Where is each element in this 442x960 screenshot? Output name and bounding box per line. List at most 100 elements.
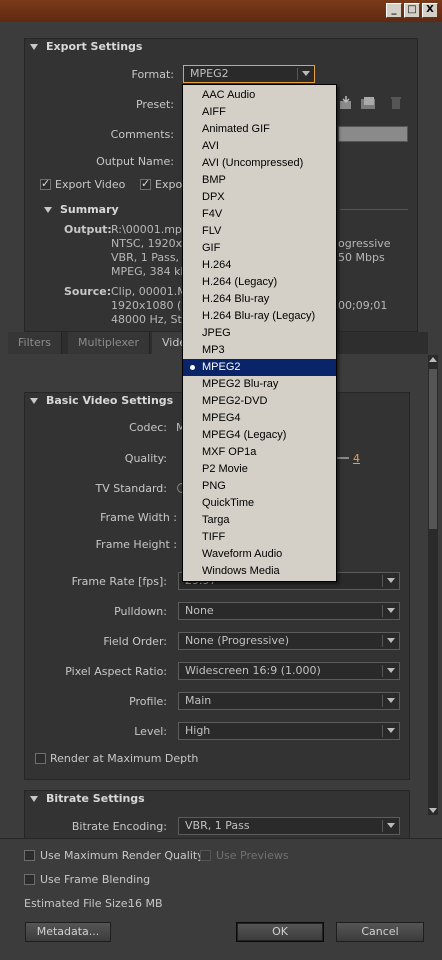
format-option[interactable]: H.264 Blu-ray bbox=[183, 291, 336, 308]
scrollbar-thumb[interactable] bbox=[429, 369, 437, 529]
pulldown-select[interactable]: None bbox=[178, 602, 400, 620]
minimize-button[interactable]: _ bbox=[386, 3, 402, 18]
pixel-aspect-ratio-select[interactable]: Widescreen 16:9 (1.000) bbox=[178, 662, 400, 680]
select-separator bbox=[382, 635, 383, 647]
metadata-button[interactable]: Metadata... bbox=[25, 922, 111, 942]
pixel-aspect-ratio-label: Pixel Aspect Ratio: bbox=[65, 665, 167, 678]
save-preset-icon[interactable] bbox=[360, 96, 376, 110]
quality-slider-track[interactable] bbox=[337, 457, 349, 459]
pulldown-value: None bbox=[185, 604, 214, 617]
format-option[interactable]: Waveform Audio bbox=[183, 546, 336, 563]
format-option-label: AVI (Uncompressed) bbox=[202, 157, 304, 169]
profile-select[interactable]: Main bbox=[178, 692, 400, 710]
bitrate-encoding-label: Bitrate Encoding: bbox=[71, 820, 167, 833]
field-order-select[interactable]: None (Progressive) bbox=[178, 632, 400, 650]
render-max-depth-checkbox[interactable] bbox=[35, 753, 46, 764]
basic-video-title: Basic Video Settings bbox=[46, 394, 174, 407]
format-option-label: MPEG4 bbox=[202, 412, 241, 424]
quality-label: Quality: bbox=[124, 452, 167, 465]
format-option[interactable]: MPEG2-DVD bbox=[183, 393, 336, 410]
export-video-checkbox[interactable] bbox=[40, 177, 51, 190]
cancel-button[interactable]: Cancel bbox=[336, 922, 424, 942]
level-select[interactable]: High bbox=[178, 722, 400, 740]
export-settings-header[interactable]: Export Settings bbox=[30, 40, 142, 53]
format-option-label: H.264 Blu-ray bbox=[202, 293, 270, 305]
pixel-aspect-ratio-value: Widescreen 16:9 (1.000) bbox=[185, 664, 321, 677]
format-option[interactable]: H.264 (Legacy) bbox=[183, 274, 336, 291]
format-option[interactable]: FLV bbox=[183, 223, 336, 240]
format-option-label: Targa bbox=[202, 514, 230, 526]
format-option[interactable]: DPX bbox=[183, 189, 336, 206]
format-option[interactable]: MPEG2 Blu-ray bbox=[183, 376, 336, 393]
format-option[interactable]: AIFF bbox=[183, 104, 336, 121]
select-separator bbox=[297, 68, 298, 80]
export-audio-checkbox[interactable] bbox=[140, 177, 151, 190]
format-label: Format: bbox=[131, 68, 174, 81]
quality-value[interactable]: 4 bbox=[353, 452, 360, 465]
collapse-triangle-icon bbox=[30, 796, 38, 802]
format-option[interactable]: P2 Movie bbox=[183, 461, 336, 478]
format-option[interactable]: MPEG2 bbox=[183, 359, 336, 376]
format-option-label: QuickTime bbox=[202, 497, 255, 509]
format-option[interactable]: JPEG bbox=[183, 325, 336, 342]
maximize-button[interactable]: □ bbox=[404, 3, 420, 18]
select-separator bbox=[382, 725, 383, 737]
format-option[interactable]: BMP bbox=[183, 172, 336, 189]
format-option[interactable]: H.264 bbox=[183, 257, 336, 274]
basic-video-header[interactable]: Basic Video Settings bbox=[30, 394, 173, 407]
format-option[interactable]: QuickTime bbox=[183, 495, 336, 512]
comments-input[interactable] bbox=[338, 126, 408, 142]
output-right-2: 50 Mbps bbox=[338, 251, 385, 264]
format-dropdown-list[interactable]: AAC Audio AIFF Animated GIF AVI AVI (Uncompr… bbox=[182, 84, 337, 582]
format-option[interactable]: MXF OP1a bbox=[183, 444, 336, 461]
source-label: Source: bbox=[64, 285, 112, 298]
format-option[interactable]: Windows Media bbox=[183, 563, 336, 580]
select-separator bbox=[382, 820, 383, 832]
format-option-label: TIFF bbox=[202, 531, 226, 543]
output-line-1: R:\00001.mpg bbox=[111, 223, 189, 236]
format-option[interactable]: Targa bbox=[183, 512, 336, 529]
format-option[interactable]: F4V bbox=[183, 206, 336, 223]
chevron-down-icon bbox=[387, 668, 395, 673]
chevron-down-icon bbox=[387, 638, 395, 643]
format-option-label: MPEG4 (Legacy) bbox=[202, 429, 287, 441]
select-separator bbox=[382, 665, 383, 677]
profile-value: Main bbox=[185, 694, 212, 707]
bitrate-encoding-select[interactable]: VBR, 1 Pass bbox=[178, 817, 400, 835]
settings-scrollbar[interactable] bbox=[428, 355, 438, 815]
format-select-value: MPEG2 bbox=[190, 67, 229, 80]
tab-filters[interactable]: Filters bbox=[8, 332, 62, 354]
import-preset-icon[interactable] bbox=[338, 96, 354, 110]
format-option[interactable]: GIF bbox=[183, 240, 336, 257]
summary-title: Summary bbox=[60, 203, 119, 216]
format-option[interactable]: AVI (Uncompressed) bbox=[183, 155, 336, 172]
codec-label: Codec: bbox=[129, 421, 167, 434]
format-select[interactable]: MPEG2 bbox=[183, 65, 315, 83]
format-option[interactable]: H.264 Blu-ray (Legacy) bbox=[183, 308, 336, 325]
scroll-down-arrow-icon[interactable] bbox=[429, 808, 437, 813]
format-option[interactable]: Animated GIF bbox=[183, 121, 336, 138]
tab-multiplexer[interactable]: Multiplexer bbox=[68, 332, 150, 354]
file-size-value: 16 MB bbox=[128, 897, 163, 910]
summary-header[interactable]: Summary bbox=[44, 203, 119, 216]
bitrate-header[interactable]: Bitrate Settings bbox=[30, 792, 145, 805]
format-option[interactable]: MP3 bbox=[183, 342, 336, 359]
ok-button[interactable]: OK bbox=[236, 922, 324, 942]
format-option[interactable]: PNG bbox=[183, 478, 336, 495]
trash-icon[interactable] bbox=[389, 96, 405, 110]
format-option[interactable]: MPEG4 (Legacy) bbox=[183, 427, 336, 444]
close-button[interactable]: X bbox=[422, 3, 438, 18]
frame-blending-checkbox[interactable] bbox=[24, 874, 35, 885]
format-option[interactable]: AAC Audio bbox=[183, 87, 336, 104]
format-option[interactable]: TIFF bbox=[183, 529, 336, 546]
field-order-value: None (Progressive) bbox=[185, 634, 290, 647]
format-option-label: H.264 (Legacy) bbox=[202, 276, 278, 288]
format-option[interactable]: AVI bbox=[183, 138, 336, 155]
field-order-label: Field Order: bbox=[103, 635, 167, 648]
scroll-up-arrow-icon[interactable] bbox=[429, 357, 437, 362]
max-render-quality-checkbox[interactable] bbox=[24, 850, 35, 861]
chevron-down-icon bbox=[302, 71, 310, 76]
select-separator bbox=[382, 575, 383, 587]
format-option[interactable]: MPEG4 bbox=[183, 410, 336, 427]
format-option-label: MXF OP1a bbox=[202, 446, 257, 458]
